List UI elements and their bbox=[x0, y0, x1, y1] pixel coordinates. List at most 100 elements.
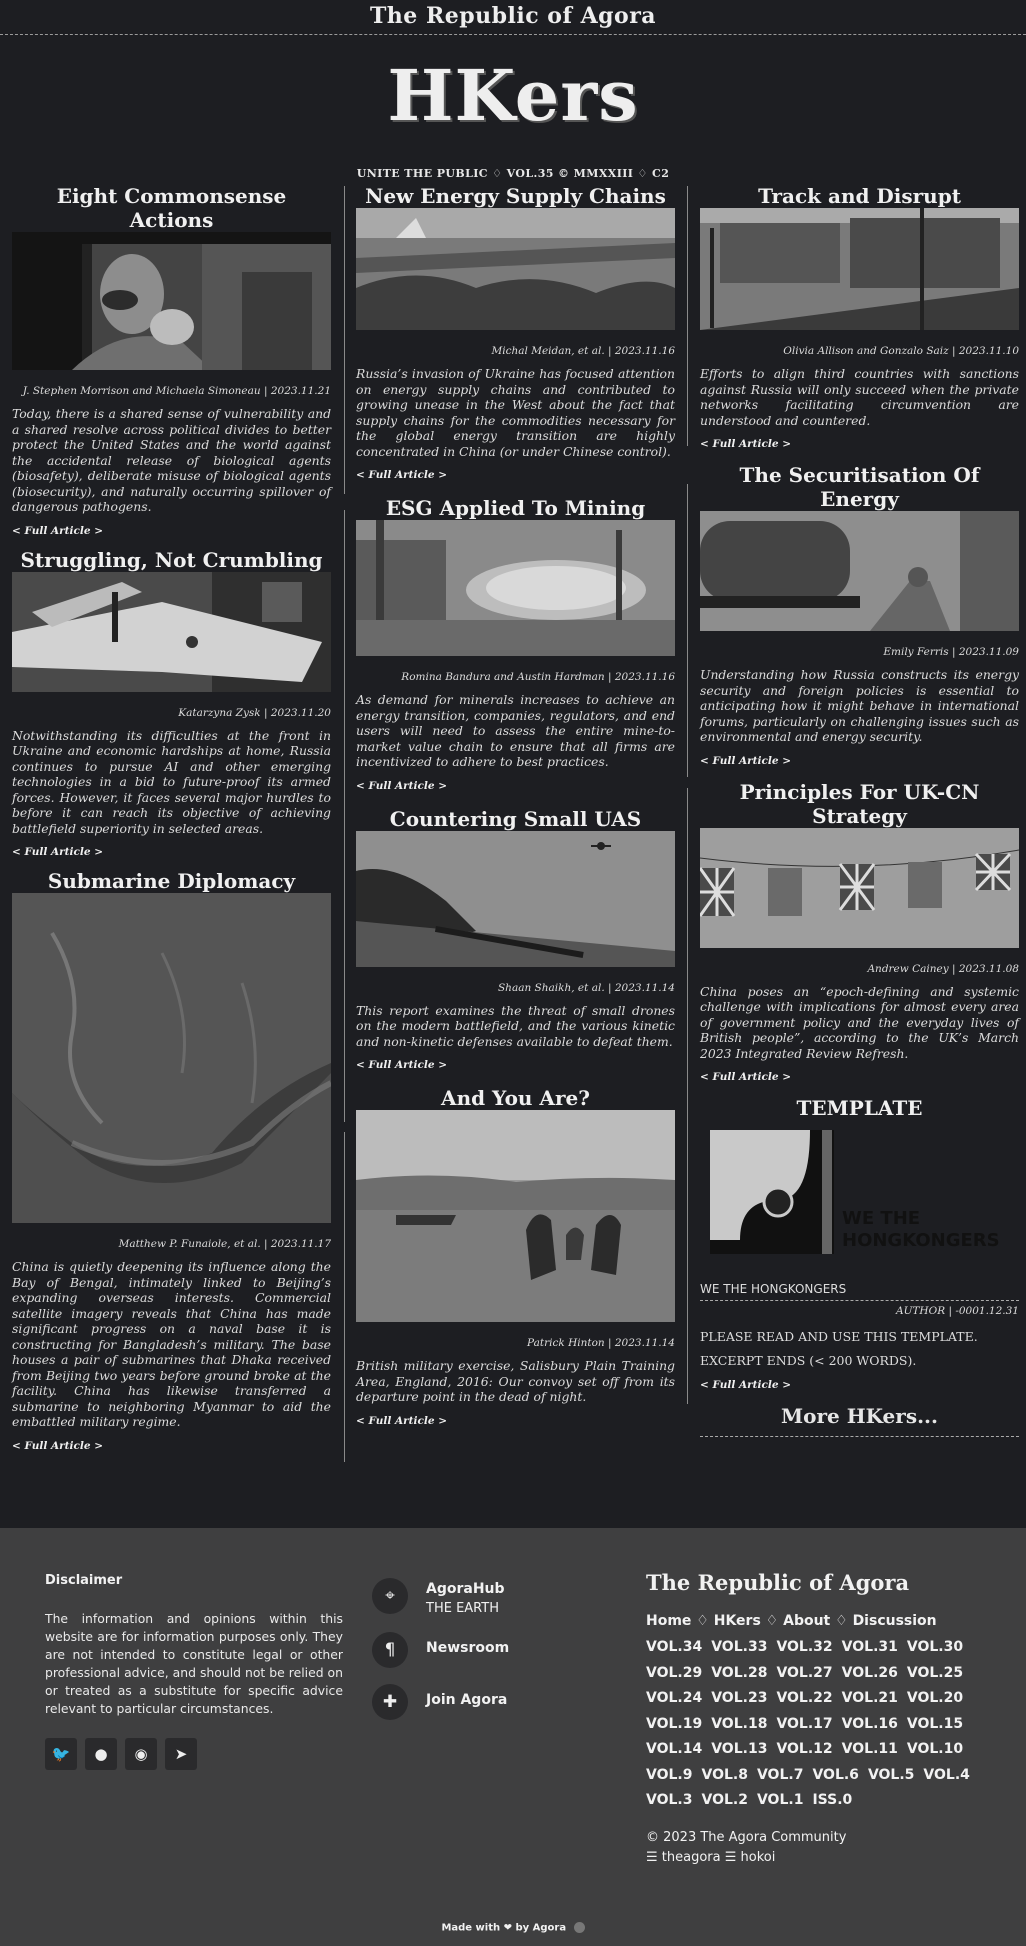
volume-link[interactable]: VOL.21 bbox=[842, 1686, 898, 1712]
site-top-title[interactable]: The Republic of Agora bbox=[370, 3, 656, 29]
volume-link[interactable]: VOL.28 bbox=[711, 1661, 767, 1687]
volume-link[interactable]: VOL.27 bbox=[776, 1661, 832, 1687]
article-image[interactable] bbox=[12, 232, 331, 370]
volume-link[interactable]: VOL.33 bbox=[711, 1635, 767, 1661]
nav-home[interactable]: Home bbox=[646, 1613, 691, 1629]
volume-link[interactable]: VOL.19 bbox=[646, 1712, 702, 1738]
template-title[interactable]: TEMPLATE bbox=[700, 1096, 1019, 1120]
footer-nav: Home ♢ HKers ♢ About ♢ Discussion bbox=[646, 1613, 937, 1629]
full-article-link[interactable]: < Full Article > bbox=[12, 525, 103, 537]
article-byline: Patrick Hinton | 2023.11.14 bbox=[527, 1337, 675, 1349]
article-title[interactable]: Countering Small UAS bbox=[356, 807, 675, 831]
nav-about[interactable]: About bbox=[783, 1613, 830, 1629]
column-divider bbox=[687, 186, 688, 446]
volume-link[interactable]: VOL.5 bbox=[868, 1763, 914, 1789]
article-image[interactable] bbox=[356, 1110, 675, 1322]
full-article-link[interactable]: < Full Article > bbox=[12, 1440, 103, 1452]
volume-link[interactable]: VOL.14 bbox=[646, 1737, 702, 1763]
community-links[interactable]: ☰ theagora ☰ hokoi bbox=[646, 1848, 986, 1868]
article-title[interactable]: Submarine Diplomacy bbox=[12, 869, 331, 893]
lab-worker-photo bbox=[12, 232, 331, 370]
volume-link[interactable]: VOL.24 bbox=[646, 1686, 702, 1712]
volume-link[interactable]: VOL.9 bbox=[646, 1763, 692, 1789]
volume-link[interactable]: VOL.1 bbox=[757, 1788, 803, 1814]
volume-link[interactable]: VOL.32 bbox=[776, 1635, 832, 1661]
volume-link[interactable]: VOL.2 bbox=[701, 1788, 747, 1814]
we-the-hongkongers-logo[interactable]: WE THE HONGKONGERS bbox=[700, 1130, 1019, 1270]
volume-link[interactable]: VOL.6 bbox=[812, 1763, 858, 1789]
full-article-link[interactable]: < Full Article > bbox=[12, 846, 103, 858]
volume-link[interactable]: VOL.18 bbox=[711, 1712, 767, 1738]
full-article-link[interactable]: < Full Article > bbox=[356, 1059, 447, 1071]
article-title[interactable]: And You Are? bbox=[356, 1086, 675, 1110]
article-title[interactable]: ESG Applied To Mining bbox=[356, 496, 675, 520]
volume-link[interactable]: VOL.10 bbox=[907, 1737, 963, 1763]
article-title[interactable]: The Securitisation Of Energy bbox=[700, 463, 1019, 511]
full-article-link[interactable]: < Full Article > bbox=[700, 1071, 791, 1083]
github-icon[interactable]: ● bbox=[85, 1738, 117, 1770]
logo[interactable]: HKers bbox=[0, 53, 1026, 138]
article-byline: Emily Ferris | 2023.11.09 bbox=[883, 646, 1019, 658]
volume-link[interactable]: VOL.17 bbox=[776, 1712, 832, 1738]
reddit-icon[interactable]: ◉ bbox=[125, 1738, 157, 1770]
nav-hkers[interactable]: HKers bbox=[714, 1613, 761, 1629]
volume-link[interactable]: VOL.4 bbox=[923, 1763, 969, 1789]
volume-link[interactable]: VOL.13 bbox=[711, 1737, 767, 1763]
full-article-link[interactable]: < Full Article > bbox=[700, 1379, 791, 1391]
full-article-link[interactable]: < Full Article > bbox=[356, 1415, 447, 1427]
column-divider bbox=[687, 788, 688, 1084]
article-title[interactable]: Principles For UK-CN Strategy bbox=[700, 780, 1019, 828]
nav-discussion[interactable]: Discussion bbox=[853, 1613, 937, 1629]
full-article-link[interactable]: < Full Article > bbox=[700, 755, 791, 767]
more-hkers-link[interactable]: More HKers... bbox=[700, 1404, 1019, 1437]
volume-link[interactable]: VOL.25 bbox=[907, 1661, 963, 1687]
column-divider bbox=[344, 1132, 345, 1462]
contact-join-agora[interactable]: ✚ Join Agora bbox=[372, 1684, 509, 1720]
contact-agorahub[interactable]: ⌖ AgoraHub THE EARTH bbox=[372, 1578, 509, 1616]
telegram-icon[interactable]: ➤ bbox=[165, 1738, 197, 1770]
volume-link[interactable]: VOL.31 bbox=[842, 1635, 898, 1661]
article-image[interactable] bbox=[700, 827, 1019, 948]
volume-link[interactable]: VOL.15 bbox=[907, 1712, 963, 1738]
volume-link[interactable]: VOL.16 bbox=[842, 1712, 898, 1738]
column-left: Eight Commonsense Actions J. Stephen Mor… bbox=[12, 184, 331, 1463]
article-image[interactable] bbox=[356, 208, 675, 330]
article-title[interactable]: New Energy Supply Chains bbox=[356, 184, 675, 208]
volume-link[interactable]: VOL.7 bbox=[757, 1763, 803, 1789]
volume-link[interactable]: VOL.11 bbox=[842, 1737, 898, 1763]
volume-link[interactable]: VOL.12 bbox=[776, 1737, 832, 1763]
article-image[interactable] bbox=[12, 571, 331, 692]
volume-link[interactable]: VOL.29 bbox=[646, 1661, 702, 1687]
full-article-link[interactable]: < Full Article > bbox=[700, 438, 791, 450]
article-card: Struggling, Not Crumbling Katarzyna Zysk… bbox=[12, 548, 331, 860]
volume-link[interactable]: VOL.23 bbox=[711, 1686, 767, 1712]
volume-link[interactable]: VOL.22 bbox=[776, 1686, 832, 1712]
article-byline: Michal Meidan, et al. | 2023.11.16 bbox=[491, 345, 675, 357]
article-title[interactable]: Struggling, Not Crumbling bbox=[12, 548, 331, 572]
full-article-link[interactable]: < Full Article > bbox=[356, 780, 447, 792]
article-image[interactable] bbox=[356, 830, 675, 967]
volume-link[interactable]: VOL.3 bbox=[646, 1788, 692, 1814]
globe-icon bbox=[573, 1922, 585, 1933]
volume-link[interactable]: VOL.20 bbox=[907, 1686, 963, 1712]
volume-link[interactable]: ISS.0 bbox=[812, 1788, 852, 1814]
article-title[interactable]: Eight Commonsense Actions bbox=[12, 184, 331, 232]
drone-workshop-photo bbox=[12, 571, 331, 692]
article-image[interactable] bbox=[700, 208, 1019, 330]
article-byline: Matthew P. Funaiole, et al. | 2023.11.17 bbox=[118, 1238, 331, 1250]
volume-link[interactable]: VOL.8 bbox=[701, 1763, 747, 1789]
pilcrow-icon: ¶ bbox=[372, 1632, 408, 1668]
republic-title[interactable]: The Republic of Agora bbox=[646, 1570, 986, 1595]
article-title[interactable]: Track and Disrupt bbox=[700, 184, 1019, 208]
article-image[interactable] bbox=[356, 520, 675, 656]
contact-newsroom[interactable]: ¶ Newsroom bbox=[372, 1632, 509, 1668]
volume-link[interactable]: VOL.26 bbox=[842, 1661, 898, 1687]
template-caption: WE THE HONGKONGERS bbox=[700, 1282, 1019, 1301]
full-article-link[interactable]: < Full Article > bbox=[356, 469, 447, 481]
volume-link[interactable]: VOL.34 bbox=[646, 1635, 702, 1661]
twitter-icon[interactable]: 🐦 bbox=[45, 1738, 77, 1770]
article-image[interactable] bbox=[700, 511, 1019, 631]
template-line1: PLEASE READ AND USE THIS TEMPLATE. bbox=[700, 1329, 978, 1344]
volume-link[interactable]: VOL.30 bbox=[907, 1635, 963, 1661]
article-image[interactable] bbox=[12, 893, 331, 1223]
